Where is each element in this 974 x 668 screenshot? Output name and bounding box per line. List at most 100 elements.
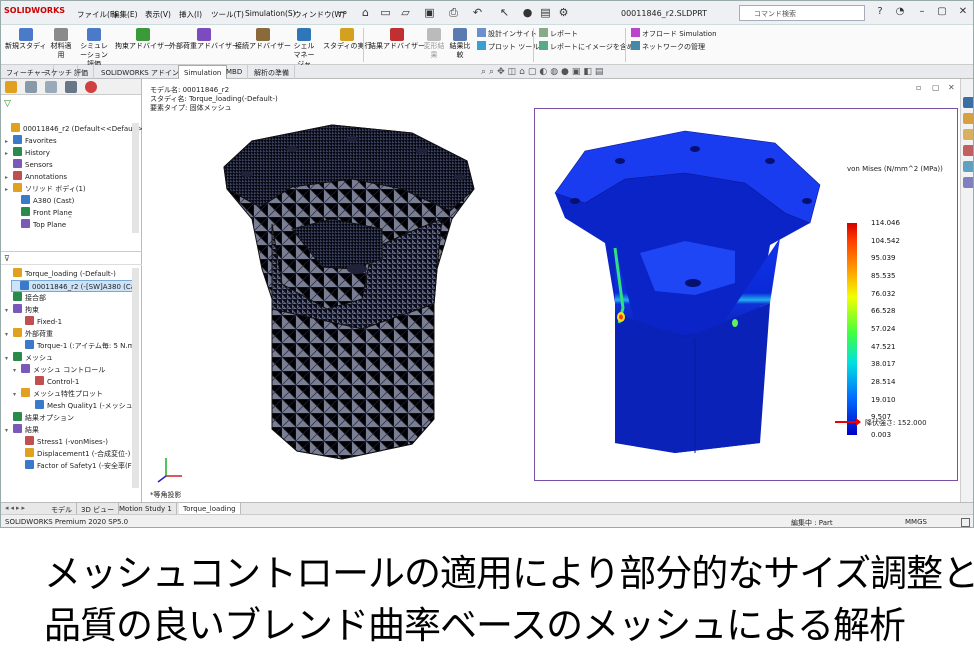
tree-item[interactable]: 00011846_r2 (Default<<Default>_ xyxy=(3,123,147,135)
tree-item[interactable]: ▾ メッシュ xyxy=(5,352,53,364)
tree-item[interactable]: ▾ 外部荷重 xyxy=(5,328,53,340)
run-study-button[interactable]: スタディの実行 xyxy=(323,28,372,51)
tree-item[interactable]: ▾ メッシュ特性プロット xyxy=(13,388,103,400)
tree-item[interactable]: ▾ メッシュ コントロール xyxy=(13,364,105,376)
display-manager-tab-icon[interactable] xyxy=(85,81,97,93)
select-icon[interactable]: ↖ xyxy=(498,6,511,19)
tree-item[interactable]: ▸ History xyxy=(5,147,50,159)
status-options-icon[interactable] xyxy=(961,518,970,527)
design-insight-button[interactable]: 設計インサイト xyxy=(477,28,537,39)
resources-icon[interactable] xyxy=(963,97,973,108)
tree-item[interactable]: ▸ Annotations xyxy=(5,171,67,183)
tab-addins[interactable]: SOLIDWORKS アドイン xyxy=(96,65,185,79)
viewport-close-icon[interactable]: ✕ xyxy=(948,83,955,92)
tree-item[interactable]: ▾ 拘束 xyxy=(5,304,39,316)
expand-icon[interactable]: ▾ xyxy=(5,425,13,437)
open-icon[interactable]: ▱ xyxy=(399,6,412,19)
menu-tools[interactable]: ツール(T) xyxy=(211,9,244,20)
tab-mbd[interactable]: MBD xyxy=(221,65,249,79)
tab-scroll-icon[interactable]: ◂◂▸▸ xyxy=(5,504,27,512)
save-icon[interactable]: ▣ xyxy=(423,6,436,19)
expand-icon[interactable]: ▾ xyxy=(13,365,21,377)
print-icon[interactable]: ⎙ xyxy=(447,6,460,19)
minimize-icon[interactable]: – xyxy=(915,5,929,19)
file-properties-icon[interactable]: ▤ xyxy=(539,6,552,19)
tree-item[interactable]: 00011846_r2 (-[SW]A380 (Ca xyxy=(11,280,137,292)
tree-item[interactable]: Control-1 xyxy=(27,376,79,388)
tree-item[interactable]: ▾ 結果 xyxy=(5,424,39,436)
connections-advisor-button[interactable]: 接続アドバイザー xyxy=(235,28,291,51)
filter-icon[interactable]: ▽ xyxy=(4,99,11,109)
home-icon[interactable]: ⌂ xyxy=(359,6,372,19)
tree-item[interactable]: Fixed-1 xyxy=(17,316,62,328)
pin-icon[interactable]: ⊸ xyxy=(336,6,349,19)
expand-icon[interactable]: ▾ xyxy=(5,329,13,341)
tree-item[interactable]: Stress1 (-vonMises-) xyxy=(17,436,108,448)
appearances-icon[interactable] xyxy=(963,161,973,172)
menu-insert[interactable]: 挿入(I) xyxy=(179,9,202,20)
help-icon[interactable]: ? xyxy=(873,5,887,19)
tab-analysis-prep[interactable]: 解析の準備 xyxy=(249,65,295,79)
view-heads-up-toolbar[interactable]: ⌕⌕✥◫⌂▢◐◍●▣◧▤ xyxy=(481,67,606,77)
fixtures-advisor-button[interactable]: 拘束アドバイザー xyxy=(115,28,171,51)
command-search-input[interactable]: コマンド検索 xyxy=(739,5,865,21)
tree-item[interactable]: ▸ ソリッド ボディ(1) xyxy=(5,183,86,195)
apply-material-button[interactable]: 材料適用 xyxy=(49,28,73,60)
tab-simulation[interactable]: Simulation xyxy=(178,65,228,79)
shell-manager-button[interactable]: シェルマネージャ xyxy=(291,28,317,69)
compare-results-button[interactable]: 結果比較 xyxy=(449,28,471,60)
undo-icon[interactable]: ↶ xyxy=(471,6,484,19)
new-icon[interactable]: ▭ xyxy=(379,6,392,19)
dimxpert-tab-icon[interactable] xyxy=(65,81,77,93)
splitter-icon[interactable]: ⌃ xyxy=(67,215,73,223)
expand-icon[interactable]: ▾ xyxy=(13,389,21,401)
tree-item[interactable]: ▸ Favorites xyxy=(5,135,57,147)
tree-item[interactable]: Sensors xyxy=(5,159,53,171)
close-icon[interactable]: ✕ xyxy=(956,5,970,19)
expand-icon[interactable]: ▾ xyxy=(5,305,13,317)
rebuild-icon[interactable]: ● xyxy=(521,6,534,19)
menu-simulation[interactable]: Simulation(S) xyxy=(245,9,296,18)
options-icon[interactable]: ⚙ xyxy=(557,6,570,19)
tree-item[interactable]: Front Plane xyxy=(13,207,72,219)
plot-tools-button[interactable]: プロット ツール xyxy=(477,41,539,52)
tree-item[interactable]: Top Plane xyxy=(13,219,66,231)
report-button[interactable]: レポート xyxy=(539,28,578,39)
tree-item[interactable]: Displacement1 (-合成変位-) xyxy=(17,448,130,460)
tree-item[interactable]: 結果オプション xyxy=(5,412,74,424)
property-manager-tab-icon[interactable] xyxy=(25,81,37,93)
filter-icon[interactable]: ⊽ xyxy=(4,254,10,263)
graphics-area[interactable]: モデル名: 00011846_r2 スタディ名: Torque_loading(… xyxy=(142,79,960,502)
custom-properties-icon[interactable] xyxy=(963,177,973,188)
manage-network-button[interactable]: ネットワークの管理 xyxy=(631,41,705,52)
feature-tree-scrollbar[interactable] xyxy=(132,123,139,233)
unit-system[interactable]: MMGS xyxy=(905,518,927,526)
user-icon[interactable]: ◔ xyxy=(893,5,907,19)
design-library-icon[interactable] xyxy=(963,113,973,124)
new-study-button[interactable]: 新規スタディ xyxy=(5,28,47,51)
file-explorer-icon[interactable] xyxy=(963,129,973,140)
study-tree-scrollbar[interactable] xyxy=(132,268,139,488)
menu-edit[interactable]: 編集(E) xyxy=(112,9,138,20)
tree-item[interactable]: Torque_loading (-Default-) xyxy=(5,268,116,280)
tab-evaluate[interactable]: 評価 xyxy=(69,65,94,79)
restore-icon[interactable]: ▢ xyxy=(935,5,949,19)
viewport-restore-icon[interactable]: ▫ xyxy=(916,83,921,92)
tree-item[interactable]: Torque-1 (:アイテム毎: 5 N.m:) xyxy=(17,340,140,352)
deformed-result-button[interactable]: 変形結果 xyxy=(423,28,445,60)
offload-simulation-button[interactable]: オフロード Simulation xyxy=(631,28,717,39)
external-loads-advisor-button[interactable]: 外部荷重アドバイザー xyxy=(169,28,239,51)
view-palette-icon[interactable] xyxy=(963,145,973,156)
results-advisor-button[interactable]: 結果アドバイザー xyxy=(369,28,425,51)
tree-item[interactable]: 接合部 xyxy=(5,292,46,304)
tree-item[interactable]: A380 (Cast) xyxy=(13,195,74,207)
tree-item[interactable]: Mesh Quality1 (-メッシュ-) xyxy=(27,400,138,412)
configuration-tab-icon[interactable] xyxy=(45,81,57,93)
expand-icon[interactable]: ▾ xyxy=(5,353,13,365)
feature-manager-tab-icon[interactable] xyxy=(5,81,17,93)
expand-icon[interactable]: ▸ xyxy=(5,184,13,196)
viewport-maximize-icon[interactable]: ▢ xyxy=(932,83,940,92)
menu-view[interactable]: 表示(V) xyxy=(145,9,171,20)
simulation-evaluator-button[interactable]: シミュレーション評価 xyxy=(77,28,111,69)
tree-item[interactable]: Factor of Safety1 (-安全率(FO xyxy=(17,460,137,472)
